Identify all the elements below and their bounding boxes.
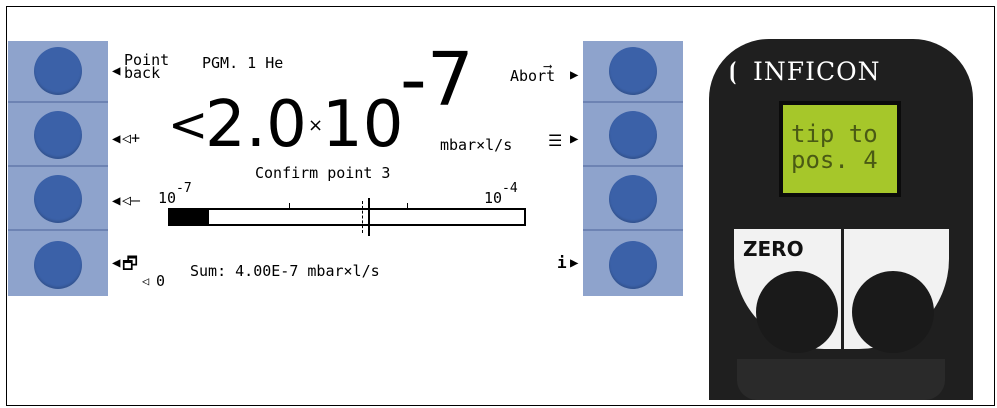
probe-bottom — [737, 359, 945, 400]
bar-trigger-marker — [368, 198, 370, 236]
softkey-right-1[interactable] — [583, 41, 683, 103]
probe-screen-line1: tip to — [791, 120, 878, 148]
left-arrow-icon: ◀ — [112, 131, 121, 147]
softkey-button-icon — [609, 240, 657, 289]
unit-label: mbar×l/s — [440, 136, 513, 154]
right-arrow-icon: ▶ — [570, 67, 579, 83]
sum-label: Sum: 4.00E-7 mbar×l/s — [190, 262, 380, 280]
zero-label: ZERO — [743, 237, 804, 261]
volume-up-label: ◁+ — [122, 129, 141, 147]
scale-min-exponent: -7 — [176, 181, 192, 196]
bar-threshold-marker — [362, 201, 363, 233]
softkey-button-icon — [609, 111, 657, 159]
softkey-left-2[interactable] — [8, 105, 108, 167]
handheld-probe-image: ⦗ INFICON tip to pos. 4 ZERO — [709, 39, 973, 400]
display-panel: ◀ Point back PGM. 1 He Abort ⟶ ▶ < 2.0 ×… — [8, 41, 685, 296]
softkey-button-icon — [609, 175, 657, 223]
softkey-left-1[interactable] — [8, 41, 108, 103]
probe-right-button[interactable] — [852, 271, 934, 353]
softkey-right-3[interactable] — [583, 169, 683, 231]
lcd-screen: ◀ Point back PGM. 1 He Abort ⟶ ▶ < 2.0 ×… — [110, 41, 583, 296]
probe-screen-line2: pos. 4 — [791, 146, 878, 174]
abort-arrow-icon: ⟶ — [544, 59, 552, 73]
volume-level: 0 — [156, 272, 166, 290]
probe-screen: tip to pos. 4 — [779, 101, 901, 197]
softkey-left-3[interactable] — [8, 169, 108, 231]
point-back-label-line2: back — [124, 64, 161, 82]
softkey-button-icon — [34, 175, 82, 223]
softkey-button-icon — [34, 47, 82, 95]
softkey-right-2[interactable] — [583, 105, 683, 167]
reading-mantissa: 2.0 — [205, 88, 307, 162]
reading-base: 10 — [322, 88, 404, 162]
menu-icon: ☰ — [548, 131, 563, 150]
right-softkey-column — [583, 41, 683, 296]
scale-max-exponent: -4 — [502, 181, 518, 196]
speaker-icon: ◁ — [142, 274, 150, 288]
left-arrow-icon: ◀ — [112, 63, 121, 79]
leak-rate-bar — [168, 198, 526, 236]
bar-tick — [289, 203, 290, 209]
left-arrow-icon: ◀ — [112, 255, 121, 271]
reading-times: × — [308, 115, 324, 136]
status-message: Confirm point 3 — [255, 164, 391, 182]
window-icon: 🗗 — [122, 254, 138, 274]
reading-exponent: -7 — [400, 37, 474, 123]
scale-max-base: 10 — [484, 189, 503, 207]
softkey-left-4[interactable] — [8, 233, 108, 296]
program-label: PGM. 1 He — [202, 54, 284, 72]
volume-down-label: ◁– — [122, 191, 141, 209]
left-softkey-column — [8, 41, 108, 296]
softkey-button-icon — [34, 240, 82, 289]
softkey-button-icon — [34, 111, 82, 159]
right-arrow-icon: ▶ — [570, 131, 579, 147]
reading-prefix: < — [168, 97, 209, 153]
leak-rate-bar-fill — [170, 210, 209, 224]
info-icon: i — [557, 253, 567, 272]
scale-min-base: 10 — [158, 189, 177, 207]
softkey-button-icon — [609, 47, 657, 95]
softkey-right-4[interactable] — [583, 233, 683, 296]
left-arrow-icon: ◀ — [112, 193, 121, 209]
inficon-logo-icon: ⦗ — [729, 57, 737, 85]
bar-tick — [407, 203, 408, 209]
zero-button[interactable] — [756, 271, 838, 353]
brand-logo: INFICON — [753, 57, 881, 86]
right-arrow-icon: ▶ — [570, 255, 579, 271]
